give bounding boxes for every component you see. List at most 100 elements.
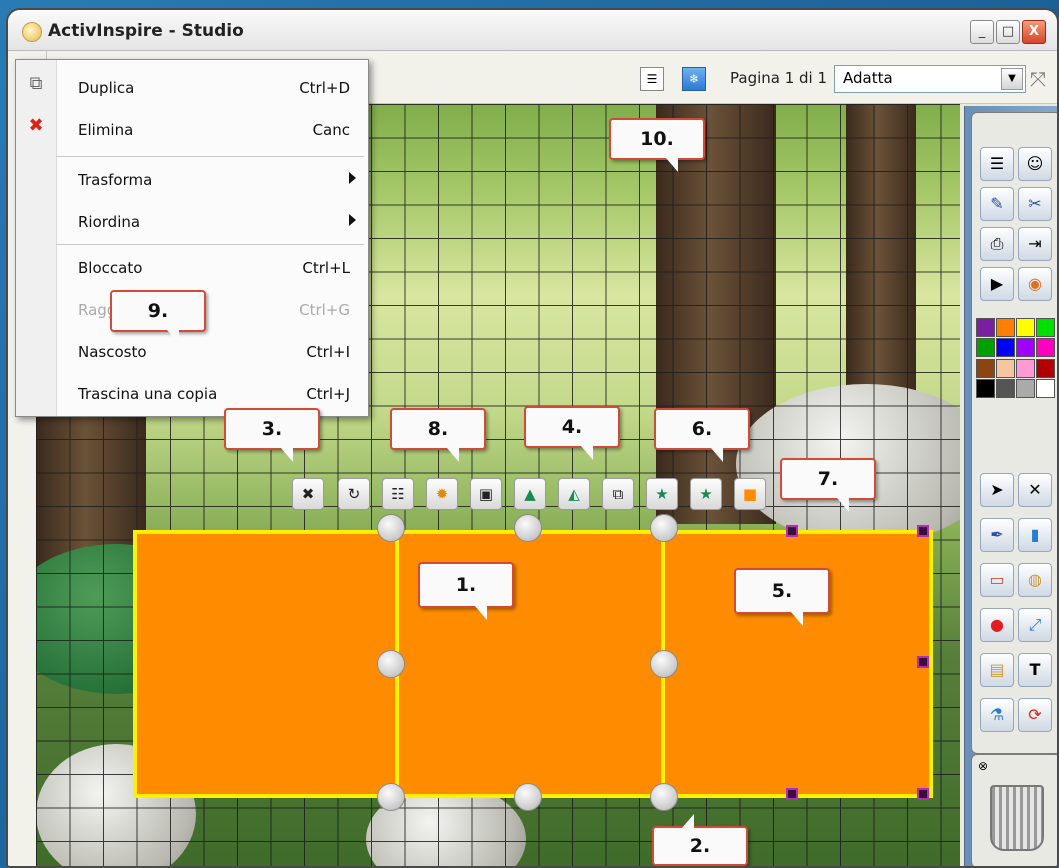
trash-icon[interactable]	[990, 785, 1044, 851]
color-swatch[interactable]	[976, 338, 995, 358]
color-swatch[interactable]	[1036, 338, 1055, 358]
color-swatch[interactable]	[996, 318, 1015, 337]
callout-2: 2.	[652, 814, 748, 866]
resize-handle[interactable]	[377, 650, 405, 678]
play-icon[interactable]: ▶	[980, 267, 1014, 301]
eraser-icon[interactable]: ▭	[980, 563, 1014, 597]
refresh-icon[interactable]: ⟳	[1018, 698, 1052, 732]
freeze-icon[interactable]: ❄	[682, 67, 706, 91]
flask-icon[interactable]: ⚗	[980, 698, 1014, 732]
trash-panel: ⊗	[971, 754, 1057, 866]
menu-item-nascosto[interactable]: Nascosto Ctrl+I	[56, 332, 368, 372]
color-swatch[interactable]	[1016, 318, 1035, 337]
orange-rectangle-1[interactable]	[133, 530, 399, 798]
pen-mode-icon[interactable]: ✎	[980, 187, 1014, 221]
color-swatch[interactable]	[976, 378, 995, 398]
fill-icon[interactable]: ■	[734, 478, 766, 510]
page-indicator: Pagina 1 di 1	[730, 69, 828, 87]
color-swatch[interactable]	[1016, 378, 1035, 398]
shape-icon[interactable]: ●	[980, 608, 1014, 642]
callout-1: 1.	[418, 562, 514, 620]
page-browser-icon[interactable]: ☰	[980, 147, 1014, 181]
color-swatch[interactable]	[976, 318, 995, 337]
rotate-icon[interactable]: ↻	[338, 478, 370, 510]
submenu-arrow-icon	[349, 214, 356, 226]
resize-handle[interactable]	[377, 514, 405, 542]
menu-item-elimina[interactable]: Elimina Canc	[56, 110, 368, 150]
text-icon[interactable]: T	[1018, 653, 1052, 687]
maximize-button[interactable]: □	[996, 20, 1020, 44]
color-swatch[interactable]	[996, 358, 1015, 378]
overlap-icon[interactable]: ▣	[470, 478, 502, 510]
page-browser-icon[interactable]: ☰	[640, 67, 664, 91]
callout-10: 10.	[609, 118, 705, 172]
send-back-icon[interactable]: ◭	[558, 478, 590, 510]
resize-handle[interactable]	[650, 650, 678, 678]
clapperboard-icon[interactable]: ▤	[980, 653, 1014, 687]
minimize-button[interactable]: _	[970, 20, 994, 44]
menu-item-trascina-copia[interactable]: Trascina una copia Ctrl+J	[56, 374, 368, 414]
print-icon[interactable]: ⎙	[980, 227, 1014, 261]
chevron-down-icon[interactable]: ▼	[1001, 68, 1023, 90]
square-handle[interactable]	[786, 525, 798, 537]
color-palette[interactable]	[976, 318, 1056, 398]
callout-4: 4.	[524, 406, 620, 460]
submenu-arrow-icon	[349, 172, 356, 184]
window-title: ActivInspire - Studio	[48, 21, 244, 41]
resize-handle[interactable]	[650, 514, 678, 542]
callout-5: 5.	[734, 568, 830, 626]
menu-item-raggruppa: Ragg Ctrl+G	[78, 301, 350, 319]
color-swatch[interactable]	[976, 358, 995, 378]
scale-icon[interactable]: ✖	[292, 478, 324, 510]
callout-7: 7.	[780, 458, 876, 512]
square-handle[interactable]	[917, 788, 929, 800]
fill-bucket-icon[interactable]: ◍	[1018, 563, 1052, 597]
color-swatch[interactable]	[996, 378, 1015, 398]
resize-handle[interactable]	[650, 783, 678, 811]
export-icon[interactable]: ⇥	[1018, 227, 1052, 261]
select-arrow-icon[interactable]: ➤	[980, 473, 1014, 507]
color-swatch[interactable]	[1016, 358, 1035, 378]
color-swatch[interactable]	[1016, 338, 1035, 358]
star-small-icon[interactable]: ★	[690, 478, 722, 510]
menu-item-bloccato[interactable]: Bloccato Ctrl+L	[56, 248, 368, 288]
color-swatch[interactable]	[1036, 318, 1055, 337]
callout-8: 8.	[390, 408, 486, 462]
menu-item-riordina[interactable]: Riordina	[56, 202, 368, 242]
toolbox-panel: ☰ ☺ ✎ ✂ ⎙ ⇥ ▶ ◉ ➤ ✕ ✒ ▮ ▭ ◍ ● ⤢ ▤ T ⚗ ⟳	[971, 112, 1057, 754]
square-handle[interactable]	[917, 525, 929, 537]
fullscreen-icon[interactable]: ⤧	[1030, 67, 1046, 91]
context-menu: ⧉ ✖ Duplica Ctrl+D Elimina Canc Trasform…	[15, 59, 369, 417]
resize-handle[interactable]	[377, 783, 405, 811]
highlighter-icon[interactable]: ▮	[1018, 518, 1052, 552]
color-swatch[interactable]	[1036, 358, 1055, 378]
star-menu-icon[interactable]: ★	[646, 478, 678, 510]
properties-icon[interactable]: ☷	[382, 478, 414, 510]
bring-forward-icon[interactable]: ▲	[514, 478, 546, 510]
menu-separator	[56, 156, 364, 157]
menu-separator	[56, 244, 364, 245]
resize-handle[interactable]	[514, 783, 542, 811]
duplicate-icon[interactable]: ⧉	[602, 478, 634, 510]
menu-item-duplica[interactable]: Duplica Ctrl+D	[56, 68, 368, 108]
color-swatch[interactable]	[996, 338, 1015, 358]
user-icon[interactable]: ☺	[1018, 147, 1052, 181]
callout-9: 9.	[110, 290, 206, 344]
menu-item-trasforma[interactable]: Trasforma	[56, 160, 368, 200]
callout-6: 6.	[654, 408, 750, 462]
close-button[interactable]: X	[1022, 20, 1046, 44]
pen-icon[interactable]: ✒	[980, 518, 1014, 552]
tools-icon[interactable]: ✂	[1018, 187, 1052, 221]
connector-icon[interactable]: ⤢	[1018, 608, 1052, 642]
square-handle[interactable]	[786, 788, 798, 800]
title-bar: ActivInspire - Studio _ □ X	[8, 10, 1057, 51]
resize-handle[interactable]	[514, 514, 542, 542]
color-swatch[interactable]	[1036, 378, 1055, 398]
color-picker-icon[interactable]: ◉	[1018, 267, 1052, 301]
close-icon[interactable]: ⊗	[978, 759, 988, 773]
square-handle[interactable]	[917, 656, 929, 668]
callout-3: 3.	[224, 408, 320, 462]
zoom-select[interactable]: Adatta ▼	[834, 65, 1026, 93]
gear-icon[interactable]: ✹	[426, 478, 458, 510]
tool-wrench-icon[interactable]: ✕	[1018, 473, 1052, 507]
